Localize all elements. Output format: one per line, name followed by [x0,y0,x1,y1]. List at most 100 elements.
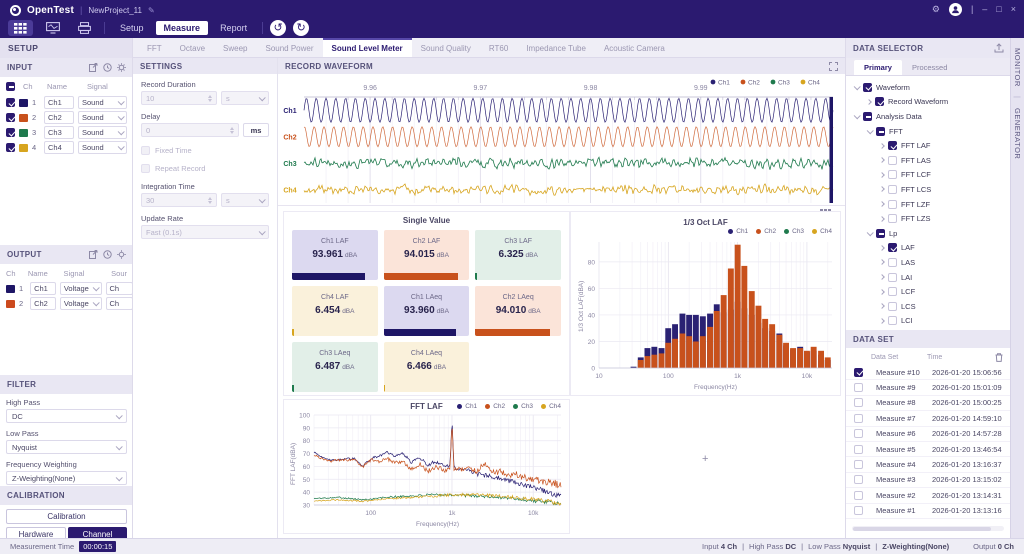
tree-expand-icon[interactable] [879,216,885,222]
tree-checkbox[interactable] [888,258,897,267]
channel-checkbox[interactable] [6,113,15,122]
tree-checkbox[interactable] [888,170,897,179]
repeat-record-checkbox[interactable] [141,164,150,173]
tree-expand-icon[interactable] [879,172,885,178]
tree-checkbox[interactable] [863,112,872,121]
channel-signal-select[interactable]: Sound [78,96,127,109]
channel-signal-select[interactable]: Sound [78,141,127,154]
channel-tab-button[interactable]: Channel [68,527,127,538]
tree-expand-icon[interactable] [879,303,885,309]
tab-rt60[interactable]: RT60 [480,38,517,57]
channel-name-input[interactable]: Ch2 [30,297,56,310]
trash-icon[interactable] [995,353,1003,362]
tree-item[interactable]: FFT LAF [854,138,1010,153]
data-set-row[interactable]: Measure #12026-01-20 13:13:16 [846,504,1010,519]
data-set-row[interactable]: Measure #62026-01-20 14:57:28 [846,427,1010,442]
tree-expand-icon[interactable] [879,260,885,266]
tree-checkbox[interactable] [888,156,897,165]
tree-item[interactable]: FFT LZF [854,197,1010,212]
fft-chart[interactable]: 304050607080901001001k10kFrequency(Hz) [284,413,571,533]
data-set-checkbox[interactable] [854,368,863,377]
tab-fft[interactable]: FFT [138,38,171,57]
user-avatar[interactable] [949,3,962,16]
tree-collapse-icon[interactable] [854,83,861,90]
channel-name-input[interactable]: Ch1 [30,282,56,295]
tree-expand-icon[interactable] [879,187,885,193]
tree-checkbox[interactable] [888,287,897,296]
tree-collapse-icon[interactable] [867,229,874,236]
data-set-checkbox[interactable] [854,445,863,454]
stepper-icon[interactable] [208,197,212,204]
tree-item[interactable]: LCI [854,314,1010,329]
filter-field-select[interactable]: Z-Weighting(None) [6,471,127,485]
filter-field-select[interactable]: Nyquist [6,440,127,454]
hardware-tab-button[interactable]: Hardware [6,527,66,538]
channel-name-input[interactable]: Ch2 [44,111,74,124]
channel-signal-select[interactable]: Voltage [60,282,102,295]
calibration-button[interactable]: Calibration [6,509,127,524]
channel-name-input[interactable]: Ch1 [44,96,74,109]
tree-expand-icon[interactable] [879,157,885,163]
integration-time-input[interactable]: 30 [141,193,217,207]
edit-project-icon[interactable]: ✎ [148,6,155,15]
stepper-icon[interactable] [230,127,234,134]
tab-sound-power[interactable]: Sound Power [256,38,322,57]
tree-checkbox[interactable] [876,127,885,136]
record-duration-unit-select[interactable]: s [221,91,269,105]
export-icon[interactable] [89,250,98,259]
tree-checkbox[interactable] [888,185,897,194]
update-rate-select[interactable]: Fast (0.1s) [141,225,269,239]
tree-item[interactable]: LCF [854,284,1010,299]
data-set-row[interactable]: Measure #52026-01-20 13:46:54 [846,442,1010,457]
data-set-checkbox[interactable] [854,506,863,515]
tree-item[interactable]: LAF [854,241,1010,256]
tab-octave[interactable]: Octave [171,38,214,57]
maximize-button[interactable]: □ [996,4,1001,14]
channel-source-input[interactable]: Ch [106,282,133,295]
upload-icon[interactable] [994,43,1004,53]
data-set-checkbox[interactable] [854,475,863,484]
tree-checkbox[interactable] [876,229,885,238]
tree-collapse-icon[interactable] [854,112,861,119]
tree-checkbox[interactable] [875,97,884,106]
data-set-checkbox[interactable] [854,460,863,469]
generator-side-tab[interactable]: GENERATOR [1013,108,1022,159]
tree-item[interactable]: Waveform [854,80,1010,95]
nav-measure[interactable]: Measure [156,21,209,35]
record-duration-input[interactable]: 10 [141,91,217,105]
expand-icon[interactable] [829,62,838,71]
history-icon[interactable] [103,63,112,72]
tree-expand-icon[interactable] [879,289,885,295]
input-select-all-checkbox[interactable] [6,82,15,91]
nav-report[interactable]: Report [212,21,255,35]
history-icon[interactable] [103,250,112,259]
data-selector-tab-primary[interactable]: Primary [854,60,902,75]
third-oct-chart[interactable]: 020406080101001k10kFrequency(Hz) [571,238,842,394]
data-selector-tab-processed[interactable]: Processed [902,60,957,75]
data-set-row[interactable]: Measure #42026-01-20 13:16:37 [846,457,1010,472]
tree-item[interactable]: Record Waveform [854,95,1010,110]
redo-button[interactable]: ↻ [293,20,309,36]
stepper-icon[interactable] [208,95,212,102]
data-set-row[interactable]: Measure #102026-01-20 15:06:56 [846,365,1010,380]
horizontal-scrollbar[interactable] [852,526,1004,531]
monitor-view-button[interactable] [40,20,65,36]
tree-checkbox[interactable] [888,273,897,282]
tree-expand-icon[interactable] [866,99,872,105]
data-set-row[interactable]: Measure #92026-01-20 15:01:09 [846,380,1010,395]
tree-item[interactable]: Lp [854,226,1010,241]
report-print-button[interactable] [72,20,97,36]
channel-name-input[interactable]: Ch4 [44,141,74,154]
filter-field-select[interactable]: DC [6,409,127,423]
channel-source-input[interactable]: Ch [106,297,133,310]
tree-checkbox[interactable] [888,302,897,311]
data-set-row[interactable]: Measure #22026-01-20 13:14:31 [846,488,1010,503]
channel-signal-select[interactable]: Voltage [60,297,102,310]
tab-sound-quality[interactable]: Sound Quality [412,38,480,57]
tree-checkbox[interactable] [888,243,897,252]
tree-expand-icon[interactable] [879,143,885,149]
data-set-checkbox[interactable] [854,491,863,500]
tree-checkbox[interactable] [863,83,872,92]
channel-checkbox[interactable] [6,128,15,137]
scrollbar-thumb[interactable] [853,527,991,531]
